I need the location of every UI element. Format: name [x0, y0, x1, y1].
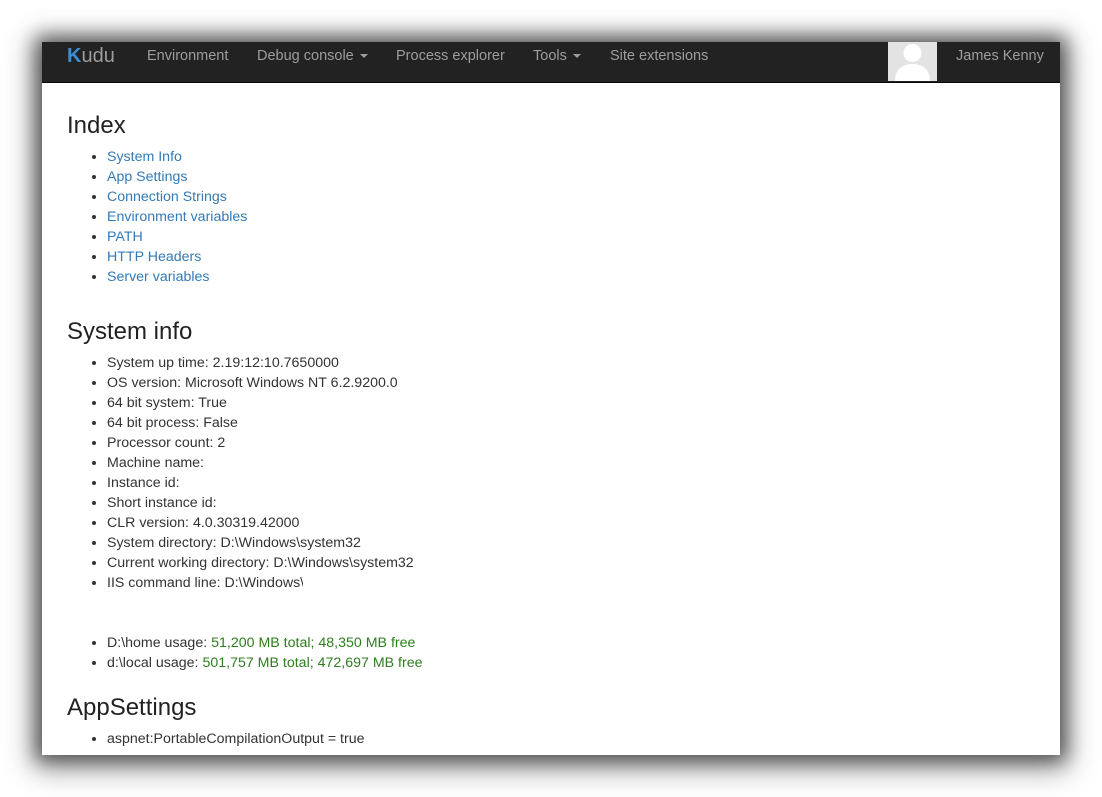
system-info-item: System up time: 2.19:12:10.7650000 [107, 353, 414, 373]
system-info-item: OS version: Microsoft Windows NT 6.2.920… [107, 373, 414, 393]
app-setting-item: aspnet:PortableCompilationOutput = true [107, 729, 365, 749]
nav-process-explorer-label: Process explorer [396, 48, 505, 64]
system-info-item: Machine name: [107, 453, 414, 473]
disk-usage-label: D:\home usage: [107, 635, 208, 651]
system-info-item: Current working directory: D:\Windows\sy… [107, 553, 414, 573]
index-link-connection-strings[interactable]: Connection Strings [107, 189, 227, 205]
user-name[interactable]: James Kenny [956, 42, 1044, 82]
list-item: App Settings [107, 167, 247, 187]
index-link-http-headers[interactable]: HTTP Headers [107, 249, 201, 265]
kudu-logo-link[interactable]: Kudu [67, 42, 115, 82]
system-info-item: IIS command line: D:\Windows\SysWOW64\in… [107, 573, 414, 593]
browser-window: Kudu Environment Debug console Process e… [42, 42, 1060, 755]
disk-usage-item: d:\local usage: 501,757 MB total; 472,69… [107, 653, 423, 673]
system-info-item: CLR version: 4.0.30319.42000 [107, 513, 414, 533]
caret-down-icon [359, 54, 368, 58]
disk-usage-value: 501,757 MB total; 472,697 MB free [202, 655, 423, 671]
nav-environment-label: Environment [147, 48, 229, 64]
brand-rest: udu [81, 45, 115, 67]
index-link-app-settings[interactable]: App Settings [107, 169, 187, 185]
system-info-heading: System info [67, 318, 193, 345]
nav-site-extensions[interactable]: Site extensions [610, 42, 708, 82]
nav-debug-console[interactable]: Debug console [257, 42, 368, 82]
disk-usage-value: 51,200 MB total; 48,350 MB free [211, 635, 416, 651]
nav-debug-console-label: Debug console [257, 48, 354, 64]
system-info-list: System up time: 2.19:12:10.7650000 OS ve… [67, 353, 414, 593]
brand-initial: K [67, 45, 82, 67]
list-item: Connection Strings [107, 187, 247, 207]
system-info-item: System directory: D:\Windows\system32 [107, 533, 414, 553]
list-item: Server variables [107, 267, 247, 287]
nav-tools[interactable]: Tools [533, 42, 581, 82]
system-info-item: 64 bit process: False [107, 413, 414, 433]
system-info-item: Short instance id: [107, 493, 414, 513]
caret-down-icon [572, 54, 581, 58]
index-link-path[interactable]: PATH [107, 229, 143, 245]
index-heading: Index [67, 112, 126, 139]
list-item: Environment variables [107, 207, 247, 227]
app-settings-list: aspnet:PortableCompilationOutput = true [67, 729, 365, 749]
index-link-environment-variables[interactable]: Environment variables [107, 209, 247, 225]
disk-usage-item: D:\home usage: 51,200 MB total; 48,350 M… [107, 633, 423, 653]
nav-environment[interactable]: Environment [147, 42, 228, 82]
system-info-item: Instance id: [107, 473, 414, 493]
list-item: PATH [107, 227, 247, 247]
nav-process-explorer[interactable]: Process explorer [396, 42, 505, 82]
top-navbar: Kudu Environment Debug console Process e… [42, 42, 1060, 83]
list-item: HTTP Headers [107, 247, 247, 267]
iis-command-line: IIS command line: D:\Windows\SysWOW64\in… [107, 575, 303, 591]
disk-usage-label: d:\local usage: [107, 655, 199, 671]
nav-tools-label: Tools [533, 48, 567, 64]
index-link-system-info[interactable]: System Info [107, 149, 182, 165]
user-avatar-icon[interactable] [888, 42, 937, 81]
index-link-server-variables[interactable]: Server variables [107, 269, 210, 285]
list-item: System Info [107, 147, 247, 167]
system-info-item: 64 bit system: True [107, 393, 414, 413]
app-settings-heading: AppSettings [67, 694, 197, 721]
index-list: System Info App Settings Connection Stri… [67, 147, 247, 287]
system-info-item: Processor count: 2 [107, 433, 414, 453]
disk-usage-list: D:\home usage: 51,200 MB total; 48,350 M… [67, 633, 423, 673]
nav-site-extensions-label: Site extensions [610, 48, 709, 64]
